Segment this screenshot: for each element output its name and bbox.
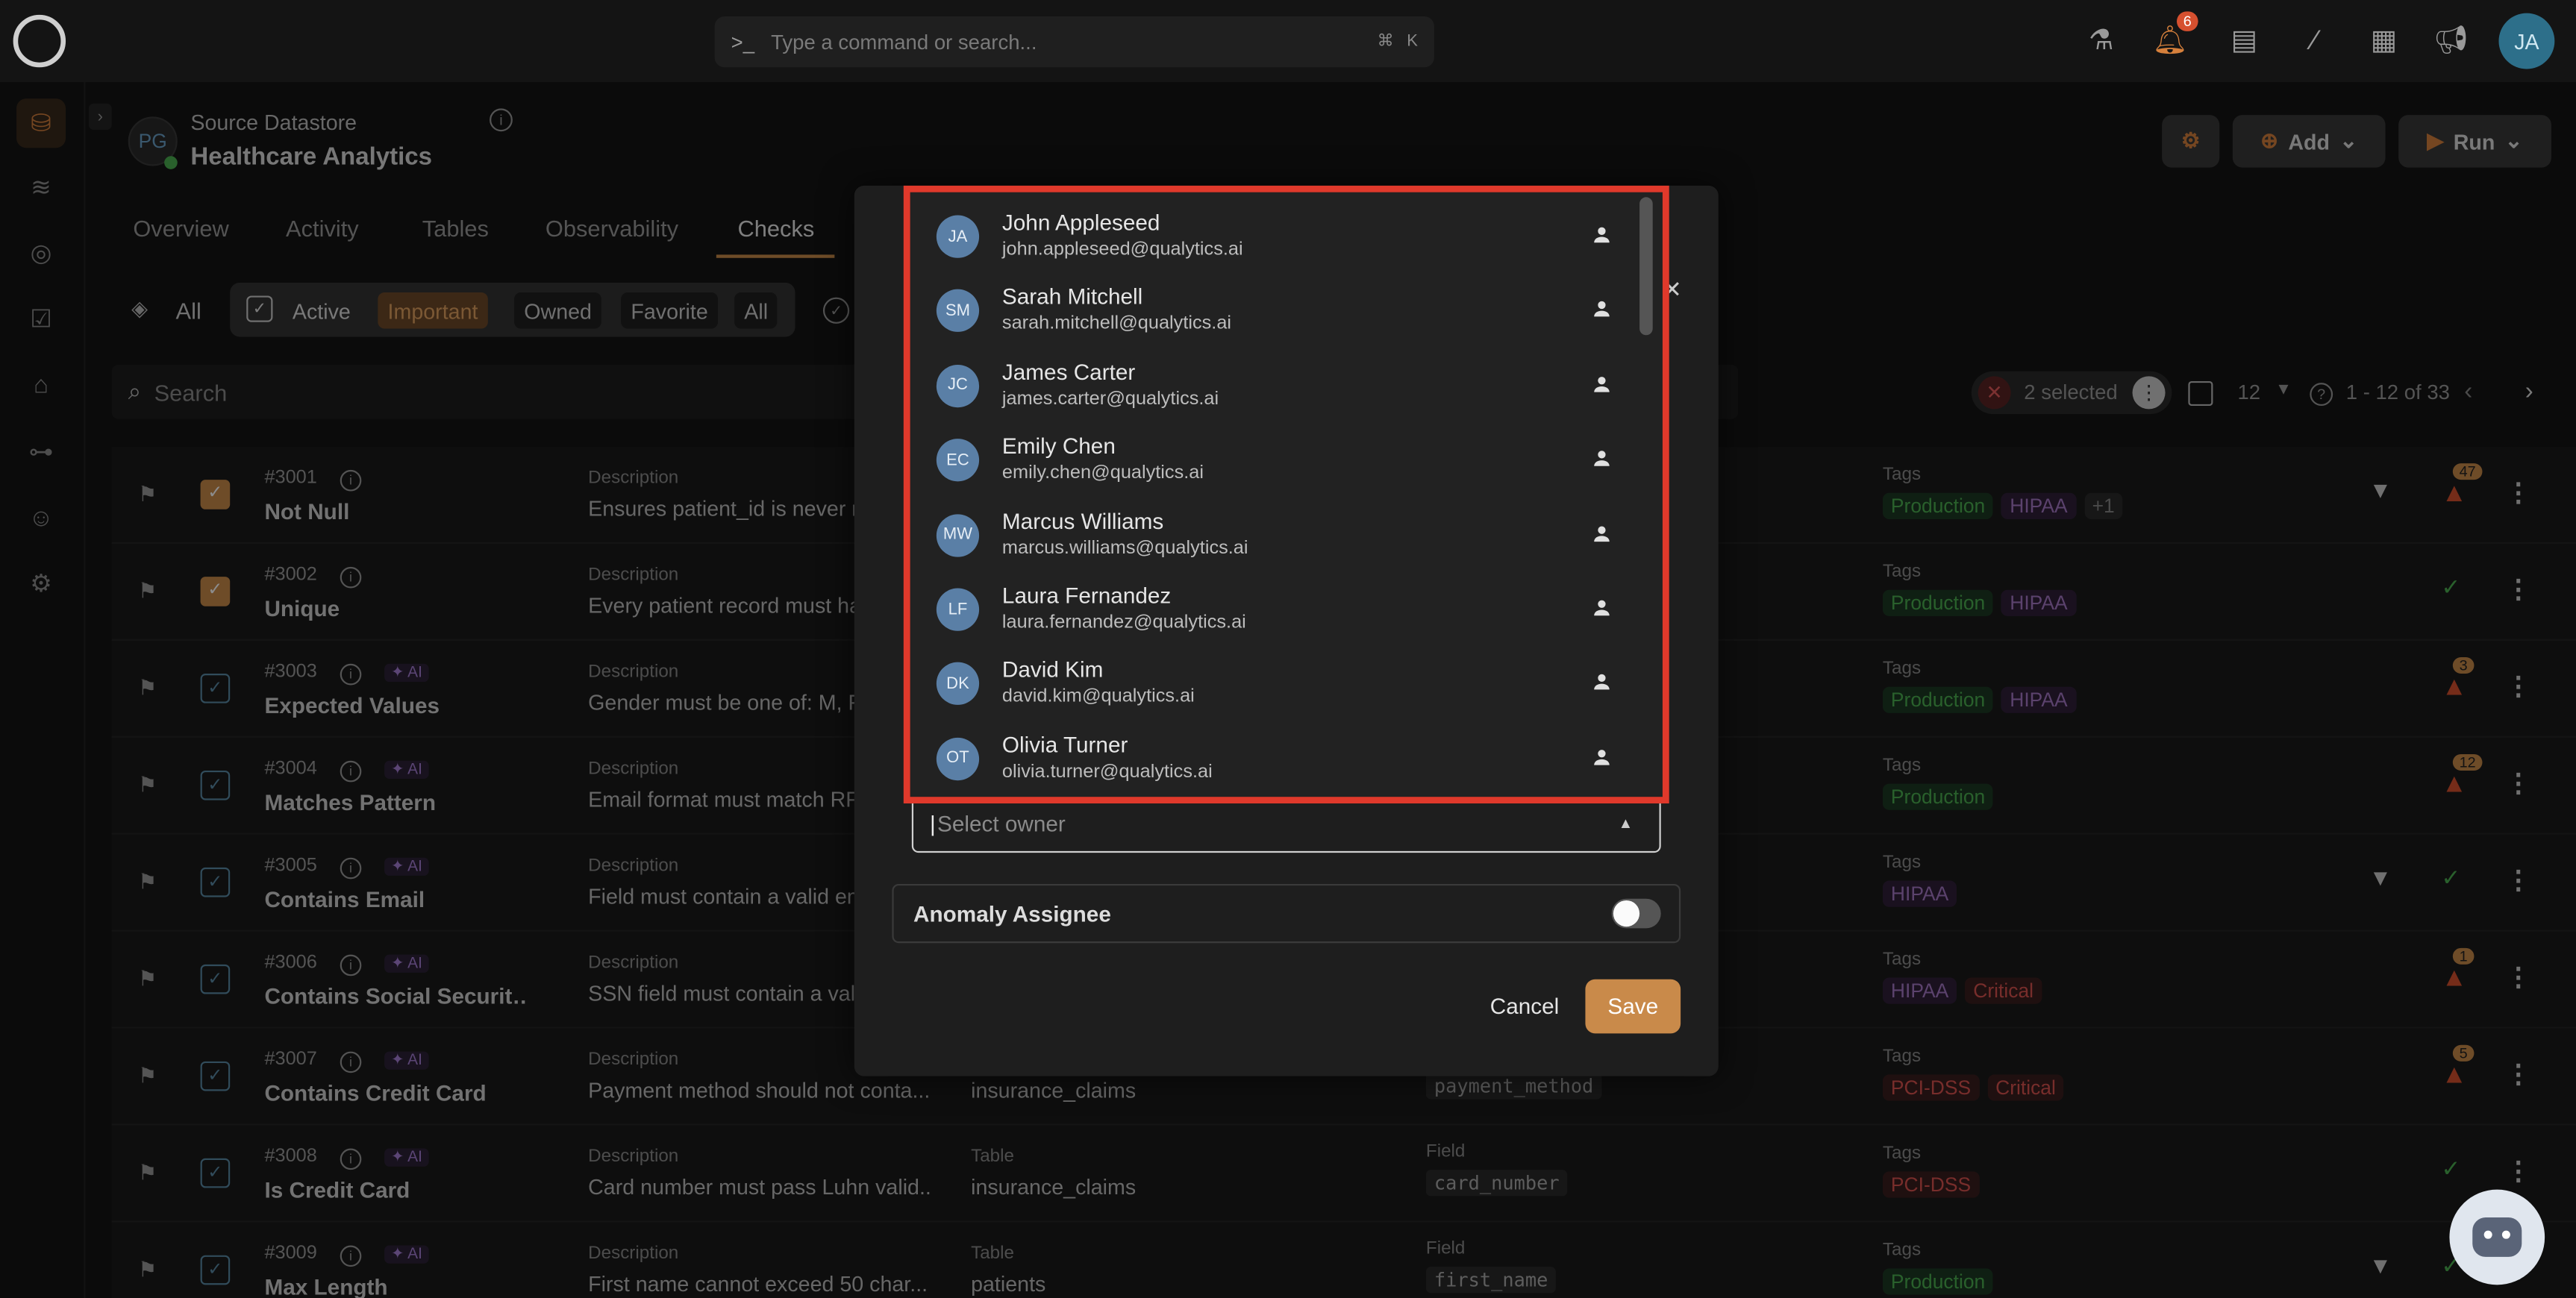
anomaly-assignee-label: Anomaly Assignee <box>913 901 1111 927</box>
user-avatar[interactable]: JA <box>2498 13 2555 69</box>
notification-badge: 6 <box>2176 11 2198 31</box>
owner-option[interactable]: SM Sarah Mitchell sarah.mitchell@qualyti… <box>910 273 1663 347</box>
user-email: marcus.williams@qualytics.ai <box>1001 538 1248 558</box>
user-initials-avatar: OT <box>936 737 980 780</box>
owner-option[interactable]: LF Laura Fernandez laura.fernandez@qualy… <box>910 571 1663 645</box>
dropdown-scrollbar[interactable] <box>1639 197 1653 336</box>
person-icon <box>1594 227 1610 243</box>
person-icon <box>1594 525 1610 542</box>
save-button[interactable]: Save <box>1585 979 1681 1034</box>
person-icon <box>1594 749 1610 765</box>
person-icon <box>1594 301 1610 318</box>
owner-placeholder: Select owner <box>937 810 1066 835</box>
user-name: David Kim <box>1001 657 1104 683</box>
user-name: James Carter <box>1001 359 1136 384</box>
user-email: emily.chen@qualytics.ai <box>1001 463 1204 483</box>
user-initials-avatar: SM <box>936 289 980 333</box>
user-initials-avatar: DK <box>936 662 980 706</box>
user-name: Laura Fernandez <box>1001 583 1172 608</box>
user-email: david.kim@qualytics.ai <box>1001 687 1195 707</box>
user-initials-avatar: MW <box>936 513 980 556</box>
user-name: Marcus Williams <box>1001 508 1164 533</box>
user-email: john.appleseed@qualytics.ai <box>1001 239 1243 260</box>
owner-option[interactable]: JA John Appleseed john.appleseed@qualyti… <box>910 199 1663 273</box>
user-email: james.carter@qualytics.ai <box>1001 389 1219 409</box>
terminal-icon: >_ <box>731 30 755 54</box>
cancel-button[interactable]: Cancel <box>1475 986 1574 1026</box>
chevron-up-icon[interactable]: ▲ <box>1619 815 1634 831</box>
owner-option[interactable]: OT Olivia Turner olivia.turner@qualytics… <box>910 721 1663 794</box>
user-initials-avatar: JA <box>936 215 980 258</box>
person-icon <box>1594 600 1610 616</box>
user-name: Emily Chen <box>1001 433 1116 459</box>
shortcut-key: K <box>1407 33 1418 51</box>
user-initials-avatar: EC <box>936 439 980 482</box>
app-logo[interactable] <box>13 14 66 68</box>
megaphone-icon[interactable]: 📢︎ <box>2433 23 2469 59</box>
document-icon[interactable]: ▤ <box>2226 23 2262 59</box>
user-email: sarah.mitchell@qualytics.ai <box>1001 314 1232 334</box>
assistant-bot-button[interactable] <box>2449 1189 2545 1285</box>
user-email: olivia.turner@qualytics.ai <box>1001 762 1213 782</box>
user-initials-avatar: LF <box>936 588 980 631</box>
person-icon <box>1594 674 1610 691</box>
owner-dropdown-list: JA John Appleseed john.appleseed@qualyti… <box>903 185 1669 804</box>
command-placeholder: Type a command or search... <box>771 30 1037 54</box>
owner-option[interactable]: MW Marcus Williams marcus.williams@qualy… <box>910 497 1663 571</box>
toggle-knob <box>1613 900 1640 927</box>
apps-grid-icon[interactable]: ▦ <box>2366 23 2401 59</box>
shortcut-cmd: ⌘ <box>1377 33 1394 51</box>
flask-icon[interactable]: ⚗ <box>2083 23 2119 59</box>
user-initials-avatar: JC <box>936 364 980 407</box>
user-name: Sarah Mitchell <box>1001 284 1143 310</box>
owner-option[interactable]: DK David Kim david.kim@qualytics.ai <box>910 646 1663 720</box>
robot-icon <box>2472 1217 2522 1257</box>
owner-option[interactable]: EC Emily Chen emily.chen@qualytics.ai <box>910 422 1663 496</box>
anomaly-assignee-row: Anomaly Assignee <box>892 883 1681 944</box>
magic-wand-icon[interactable]: ⁄ <box>2297 23 2333 59</box>
owner-option[interactable]: JC James Carter james.carter@qualytics.a… <box>910 348 1663 421</box>
command-search-input[interactable]: >_ Type a command or search... ⌘ K <box>714 16 1434 68</box>
user-name: Olivia Turner <box>1001 732 1128 757</box>
person-icon <box>1594 451 1610 467</box>
text-cursor: | <box>930 810 936 835</box>
user-email: laura.fernandez@qualytics.ai <box>1001 612 1246 633</box>
person-icon <box>1594 376 1610 392</box>
user-name: John Appleseed <box>1001 210 1160 235</box>
